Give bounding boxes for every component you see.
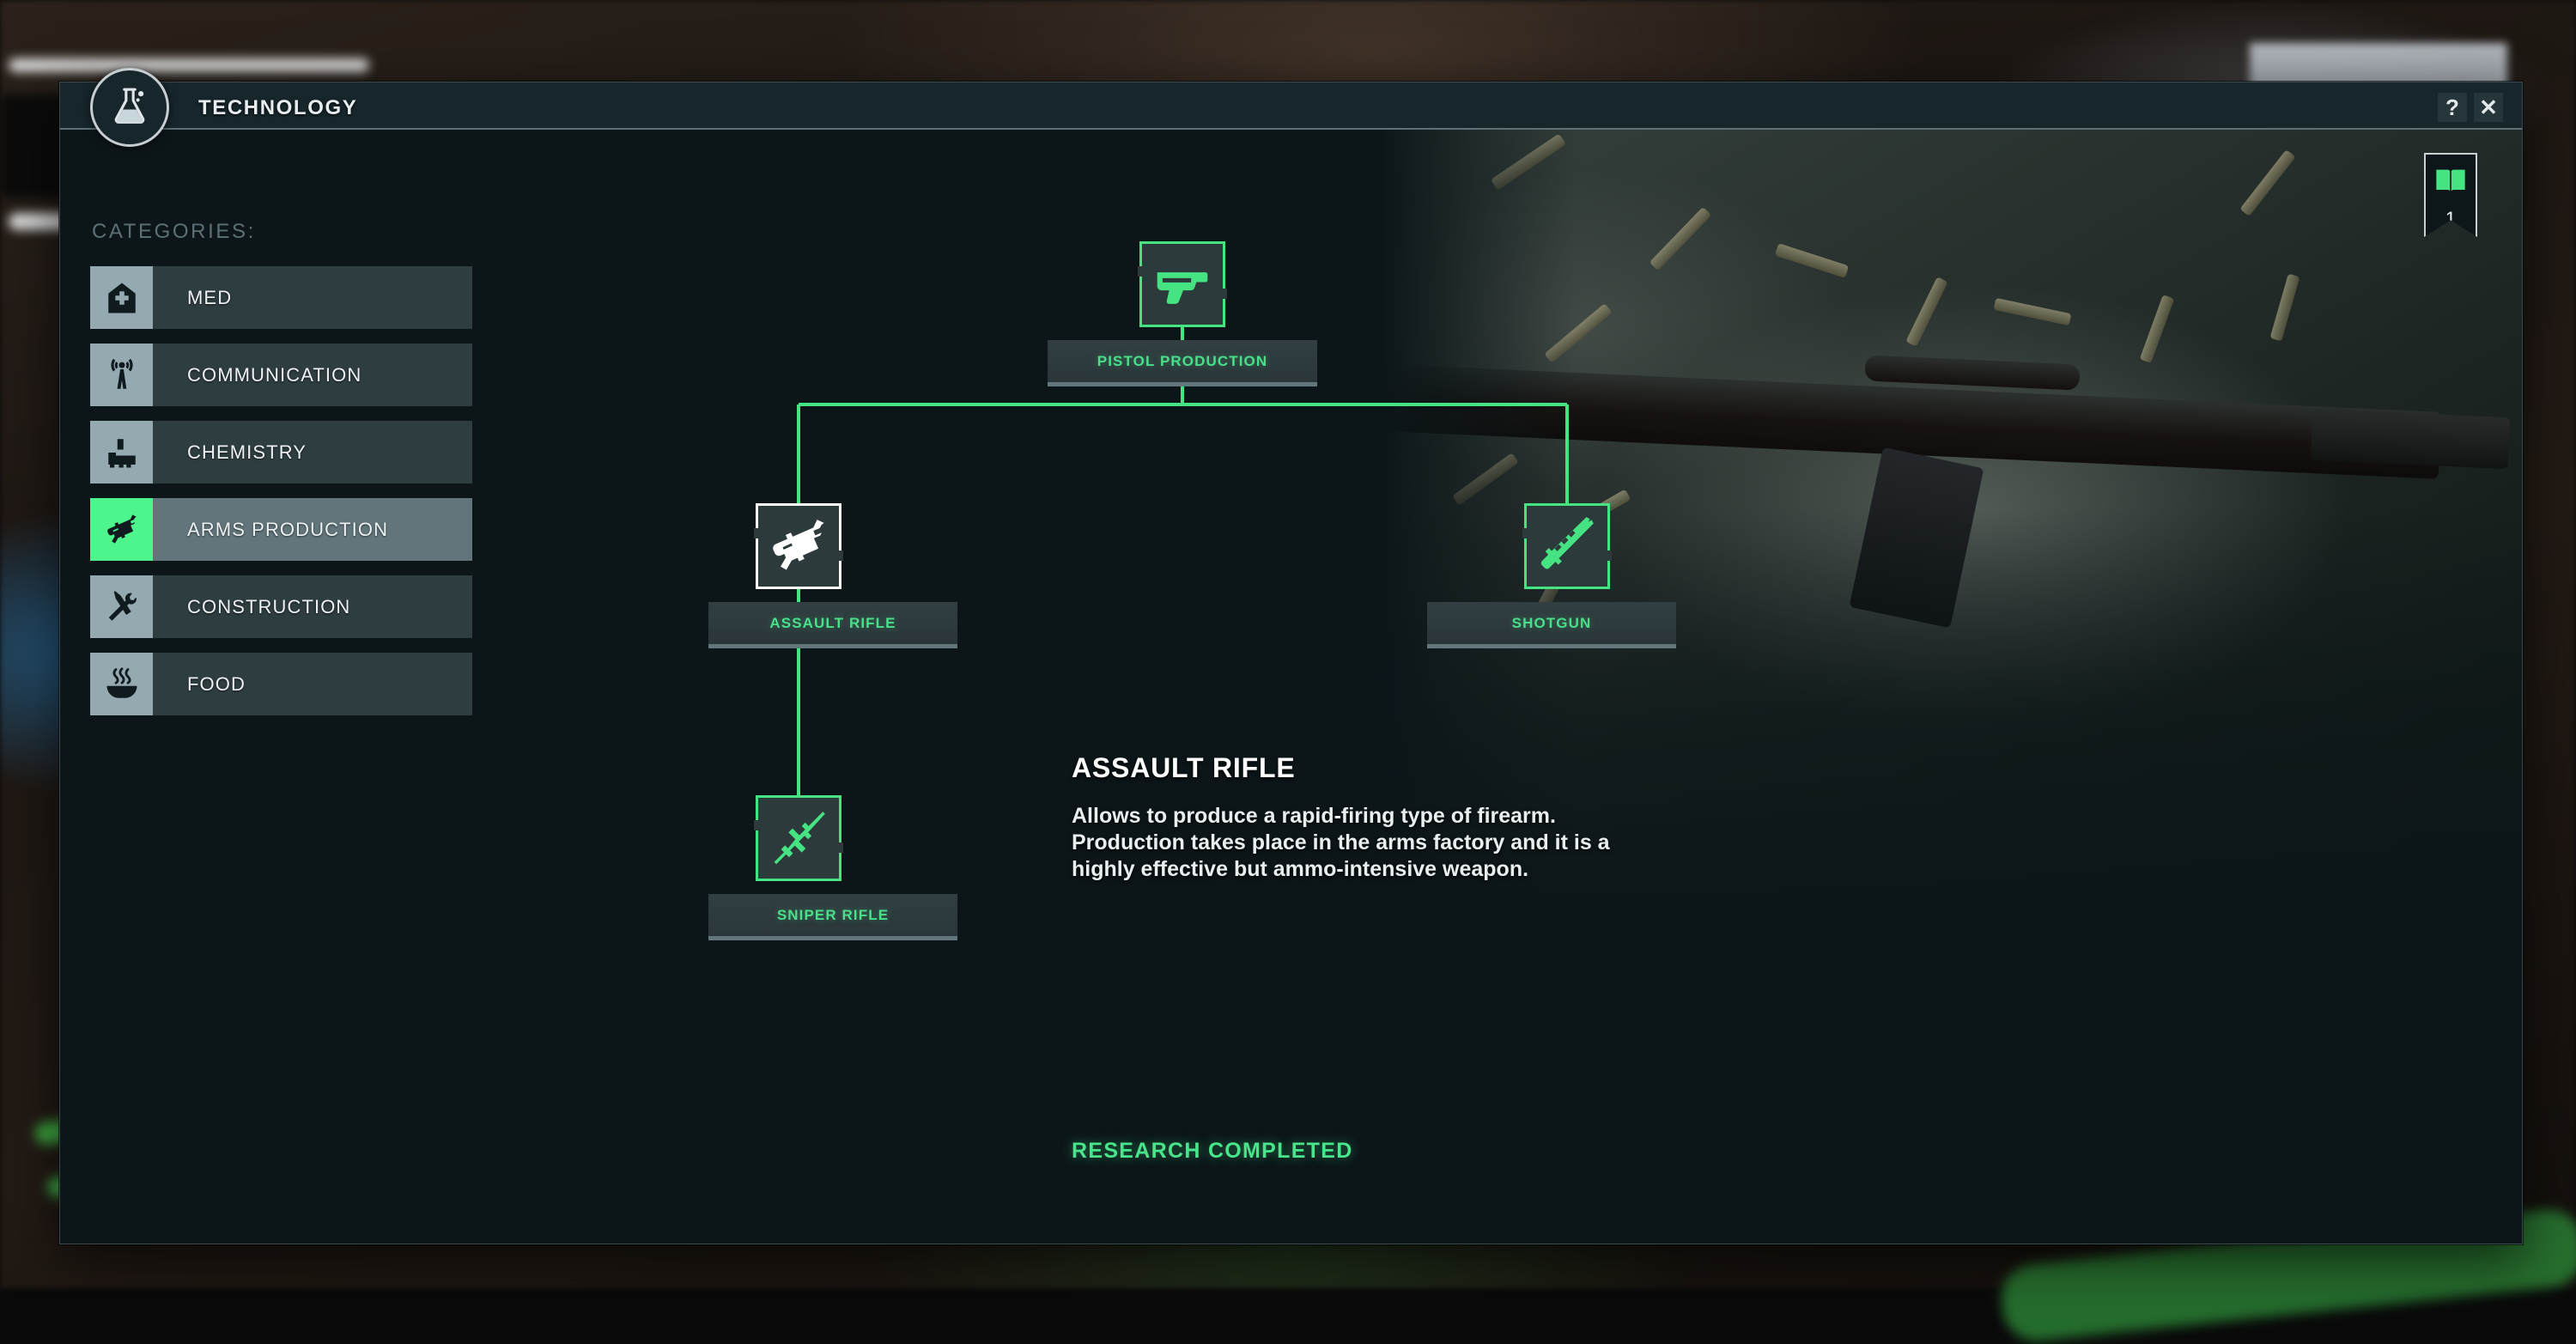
window-controls: ? ✕ [2438, 93, 2503, 122]
tech-details-panel: ASSAULT RIFLE Allows to produce a rapid-… [1072, 752, 1673, 882]
tech-node-label: ASSAULT RIFLE [708, 602, 957, 648]
tech-details-description: Allows to produce a rapid-firing type of… [1072, 803, 1673, 882]
tech-node-frame [756, 503, 841, 589]
tech-details-title: ASSAULT RIFLE [1072, 752, 1673, 784]
tech-tree: PISTOL PRODUCTION ASSAULT RIFLE [60, 130, 1606, 1244]
research-status-label: RESEARCH COMPLETED [1072, 1139, 1353, 1164]
tech-tree-connectors [60, 130, 1606, 1244]
background-highlight-a [9, 58, 369, 72]
close-button[interactable]: ✕ [2474, 93, 2503, 122]
tech-node-label: SHOTGUN [1427, 602, 1676, 648]
shotgun-icon [1527, 506, 1607, 587]
help-button[interactable]: ? [2438, 93, 2467, 122]
technology-dialog: 1 TECHNOLOGY ? ✕ CATEGORIES: MED [59, 82, 2523, 1244]
tech-node-label: SNIPER RIFLE [708, 894, 957, 940]
sniper-rifle-icon [758, 798, 839, 879]
assault-rifle-icon [758, 506, 839, 587]
tech-node-label: PISTOL PRODUCTION [1048, 340, 1317, 386]
pistol-icon [1142, 244, 1223, 325]
tech-node-frame [1524, 503, 1610, 589]
tech-node-frame [1139, 241, 1225, 327]
tech-node-frame [756, 795, 841, 881]
dialog-titlebar: TECHNOLOGY ? ✕ [60, 82, 2522, 130]
page-title: TECHNOLOGY [198, 96, 357, 120]
open-book-icon [2433, 164, 2468, 203]
